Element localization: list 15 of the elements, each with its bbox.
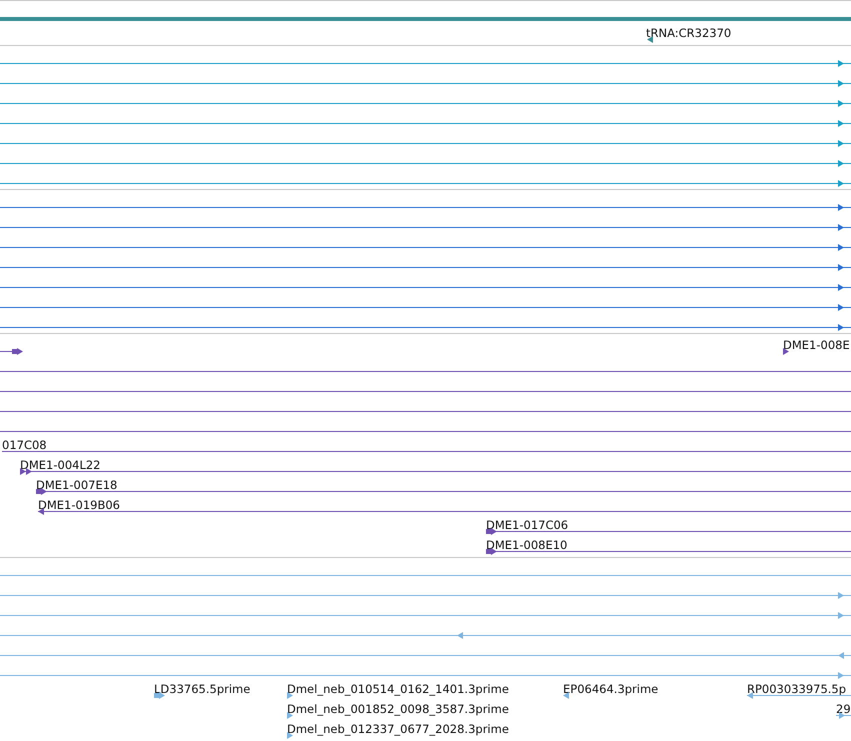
feature-label: 017C08 — [2, 439, 47, 451]
feature-label: DME1-019B06 — [38, 499, 120, 511]
feature-label: DME1-008E10 — [486, 539, 568, 551]
feature-label: Dmel_neb_001852_0098_3587.3prime — [287, 703, 509, 715]
feature-label: RP003033975.5p — [747, 683, 846, 695]
feature-label: Dmel_neb_012337_0677_2028.3prime — [287, 723, 509, 735]
feature-label: EP06464.3prime — [563, 683, 658, 695]
feature-label: DME1-008E — [783, 339, 850, 351]
feature-label: DME1-004L22 — [20, 459, 100, 471]
feature-label: DME1-007E18 — [36, 479, 118, 491]
feature-label: tRNA:CR32370 — [646, 27, 732, 39]
feature-label: LD33765.5prime — [154, 683, 250, 695]
feature-label: Dmel_neb_010514_0162_1401.3prime — [287, 683, 509, 695]
feature-label: 29 — [836, 703, 851, 715]
feature-label: DME1-017C06 — [486, 519, 568, 531]
